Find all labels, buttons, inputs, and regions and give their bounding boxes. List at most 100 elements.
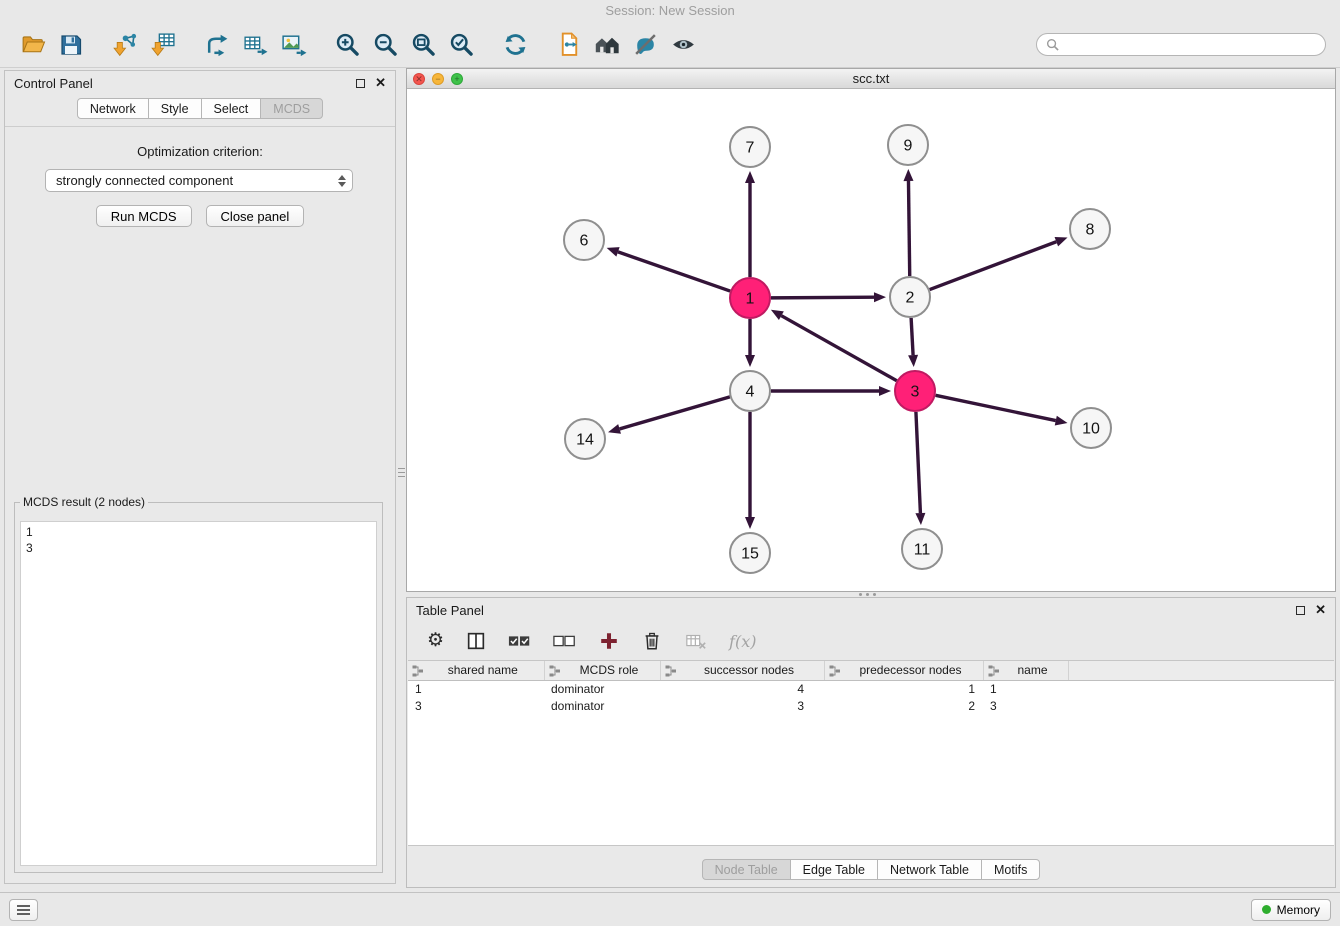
tab-motifs[interactable]: Motifs (981, 859, 1040, 880)
zoom-fit-icon (410, 31, 437, 58)
zoom-in-button[interactable] (328, 26, 366, 64)
column-header-shared-name[interactable]: shared name (408, 661, 544, 680)
column-header-name[interactable]: name (983, 661, 1068, 680)
function-builder-button[interactable]: f(x) (729, 628, 756, 654)
table-settings-button[interactable]: ⚙ (427, 628, 444, 654)
delete-column-button[interactable] (641, 628, 663, 654)
table-cell[interactable]: 3 (660, 697, 824, 714)
table-row[interactable]: 1dominator411 (408, 680, 1334, 697)
tab-edge-table[interactable]: Edge Table (790, 859, 878, 880)
homes-icon (593, 30, 622, 59)
show-hide-button[interactable] (664, 26, 702, 64)
table-cell[interactable]: dominator (544, 697, 660, 714)
export-image-button[interactable] (274, 26, 312, 64)
table-cell[interactable]: 1 (824, 680, 983, 697)
tab-network-table[interactable]: Network Table (877, 859, 982, 880)
add-column-button[interactable] (598, 628, 620, 654)
fx-icon: f(x) (729, 632, 756, 651)
graph-node-label: 8 (1086, 222, 1095, 239)
float-table-panel-icon[interactable] (1296, 606, 1305, 615)
home-button[interactable] (588, 26, 626, 64)
delete-table-button[interactable] (684, 628, 708, 654)
criterion-dropdown[interactable]: strongly connected component (45, 169, 353, 192)
graph-edge-2-8[interactable] (930, 242, 1057, 290)
open-folder-button[interactable] (14, 26, 52, 64)
table-cell[interactable]: 3 (983, 697, 1068, 714)
graph-edge-arrowhead (607, 247, 620, 256)
mcds-result-list[interactable]: 1 3 (20, 521, 377, 866)
table-cell[interactable]: dominator (544, 680, 660, 697)
column-header-predecessor-nodes[interactable]: predecessor nodes (824, 661, 983, 680)
zoom-fit-button[interactable] (404, 26, 442, 64)
column-header-mcds-role[interactable]: MCDS role (544, 661, 660, 680)
refresh-view-button[interactable] (496, 26, 534, 64)
graph-edge-arrowhead (1055, 416, 1068, 426)
export-table-button[interactable] (236, 26, 274, 64)
gear-icon: ⚙ (427, 631, 444, 651)
export-network-button[interactable] (198, 26, 236, 64)
horizontal-splitter-grip[interactable] (856, 592, 878, 596)
graph-edge-arrowhead (745, 171, 755, 183)
column-header-successor-nodes[interactable]: successor nodes (660, 661, 824, 680)
zoom-out-icon (372, 31, 399, 58)
tab-style[interactable]: Style (148, 98, 202, 119)
graph-edge-arrowhead (879, 386, 891, 396)
network-canvas-svg[interactable]: 7968124314101511 (407, 89, 1335, 591)
run-mcds-button[interactable]: Run MCDS (96, 205, 192, 227)
graph-edge-3-1[interactable] (781, 316, 896, 381)
table-cell[interactable]: 4 (660, 680, 824, 697)
import-table-button[interactable] (144, 26, 182, 64)
search-field[interactable] (1036, 33, 1326, 56)
close-control-panel-icon[interactable]: ✕ (375, 78, 386, 88)
close-window-icon[interactable]: ✕ (413, 73, 425, 85)
minimize-window-icon[interactable]: − (432, 73, 444, 85)
close-panel-button[interactable]: Close panel (206, 205, 305, 227)
show-columns-button[interactable] (465, 628, 487, 654)
tab-mcds[interactable]: MCDS (260, 98, 323, 119)
refresh-icon (502, 31, 529, 58)
select-all-button[interactable] (508, 628, 532, 654)
window-title: Session: New Session (605, 3, 734, 18)
table-panel-title: Table Panel (416, 603, 484, 618)
memory-button[interactable]: Memory (1251, 899, 1331, 921)
search-input[interactable] (1065, 38, 1316, 52)
graph-edge-arrowhead (903, 169, 913, 181)
memory-status-dot (1262, 905, 1271, 914)
graph-edge-2-9[interactable] (908, 181, 909, 276)
open-session-document-button[interactable] (550, 26, 588, 64)
graph-edge-1-2[interactable] (771, 297, 874, 298)
vertical-splitter-grip[interactable] (398, 462, 405, 482)
network-window-titlebar[interactable]: ✕ − + scc.txt (407, 69, 1335, 89)
graph-edge-1-6[interactable] (618, 252, 730, 291)
float-panel-icon[interactable] (356, 79, 365, 88)
import-network-button[interactable] (106, 26, 144, 64)
open-folder-icon (20, 31, 47, 58)
graph-edge-2-3[interactable] (911, 318, 913, 355)
graph-edge-arrowhead (745, 355, 755, 367)
table-row[interactable]: 3dominator323 (408, 697, 1334, 714)
save-session-button[interactable] (52, 26, 90, 64)
graphics-details-button[interactable] (626, 26, 664, 64)
graph-edge-3-10[interactable] (936, 395, 1056, 420)
tab-node-table[interactable]: Node Table (702, 859, 791, 880)
table-cell[interactable]: 2 (824, 697, 983, 714)
table-cell[interactable]: 1 (408, 680, 544, 697)
maximize-window-icon[interactable]: + (451, 73, 463, 85)
graph-node-label: 3 (911, 384, 920, 401)
table-cell[interactable]: 1 (983, 680, 1068, 697)
deselect-all-button[interactable] (553, 628, 577, 654)
close-table-panel-icon[interactable]: ✕ (1315, 605, 1326, 615)
graph-edge-3-11[interactable] (916, 412, 920, 513)
command-panel-button[interactable] (9, 899, 38, 921)
control-panel-title: Control Panel (14, 76, 93, 91)
graph-edge-4-14[interactable] (620, 397, 730, 429)
graph-node-label: 6 (580, 233, 589, 250)
control-panel: Control Panel ✕ Network Style Select MCD… (4, 70, 396, 884)
network-canvas[interactable]: 7968124314101511 (407, 89, 1335, 591)
zoom-out-button[interactable] (366, 26, 404, 64)
table-cell[interactable]: 3 (408, 697, 544, 714)
tab-network[interactable]: Network (77, 98, 149, 119)
zoom-selected-button[interactable] (442, 26, 480, 64)
graph-edge-arrowhead (608, 424, 621, 434)
tab-select[interactable]: Select (201, 98, 262, 119)
